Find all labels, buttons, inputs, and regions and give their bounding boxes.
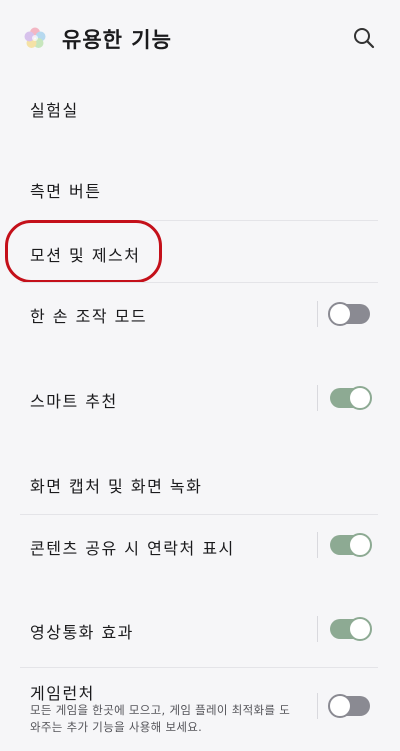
list-item-side-button[interactable]: 측면 버튼 — [0, 160, 400, 220]
toggle-knob — [348, 386, 372, 410]
separator — [317, 301, 318, 327]
highlight-annotation — [5, 220, 162, 283]
separator — [317, 532, 318, 558]
list-item-one-handed-mode[interactable]: 한 손 조작 모드 — [0, 283, 400, 345]
toggle-knob — [328, 302, 352, 326]
item-label: 화면 캡처 및 화면 녹화 — [30, 477, 203, 496]
toggle-knob — [348, 533, 372, 557]
header: 유용한 기능 — [0, 0, 400, 80]
separator — [317, 616, 318, 642]
list-item-show-contacts-sharing[interactable]: 콘텐츠 공유 시 연락처 표시 — [0, 515, 400, 575]
item-label: 실험실 — [30, 101, 79, 120]
smart-suggestions-toggle[interactable] — [330, 386, 372, 410]
show-contacts-toggle[interactable] — [330, 533, 372, 557]
item-label: 스마트 추천 — [30, 392, 118, 411]
search-icon[interactable] — [352, 26, 376, 50]
separator — [317, 693, 318, 719]
toggle-knob — [328, 694, 352, 718]
list-item-screenshots-recorder[interactable]: 화면 캡처 및 화면 녹화 — [0, 455, 400, 513]
item-label: 콘텐츠 공유 시 연락처 표시 — [30, 539, 235, 558]
list-item-labs[interactable]: 실험실 — [0, 80, 400, 135]
flower-icon — [24, 27, 46, 48]
game-launcher-toggle[interactable] — [328, 694, 370, 718]
item-label: 영상통화 효과 — [30, 623, 134, 642]
item-label: 한 손 조작 모드 — [30, 307, 148, 326]
page-title: 유용한 기능 — [62, 28, 172, 52]
one-handed-mode-toggle[interactable] — [328, 302, 370, 326]
item-label: 측면 버튼 — [30, 182, 102, 201]
list-item-smart-suggestions[interactable]: 스마트 추천 — [0, 368, 400, 430]
item-description: 모든 게임을 한곳에 모으고, 게임 플레이 최적화를 도와주는 추가 기능을 … — [30, 703, 291, 734]
item-label: 게임런처 — [30, 684, 95, 703]
list-item-video-call-effects[interactable]: 영상통화 효과 — [0, 598, 400, 660]
video-call-effects-toggle[interactable] — [330, 617, 372, 641]
separator — [317, 385, 318, 411]
toggle-knob — [348, 617, 372, 641]
